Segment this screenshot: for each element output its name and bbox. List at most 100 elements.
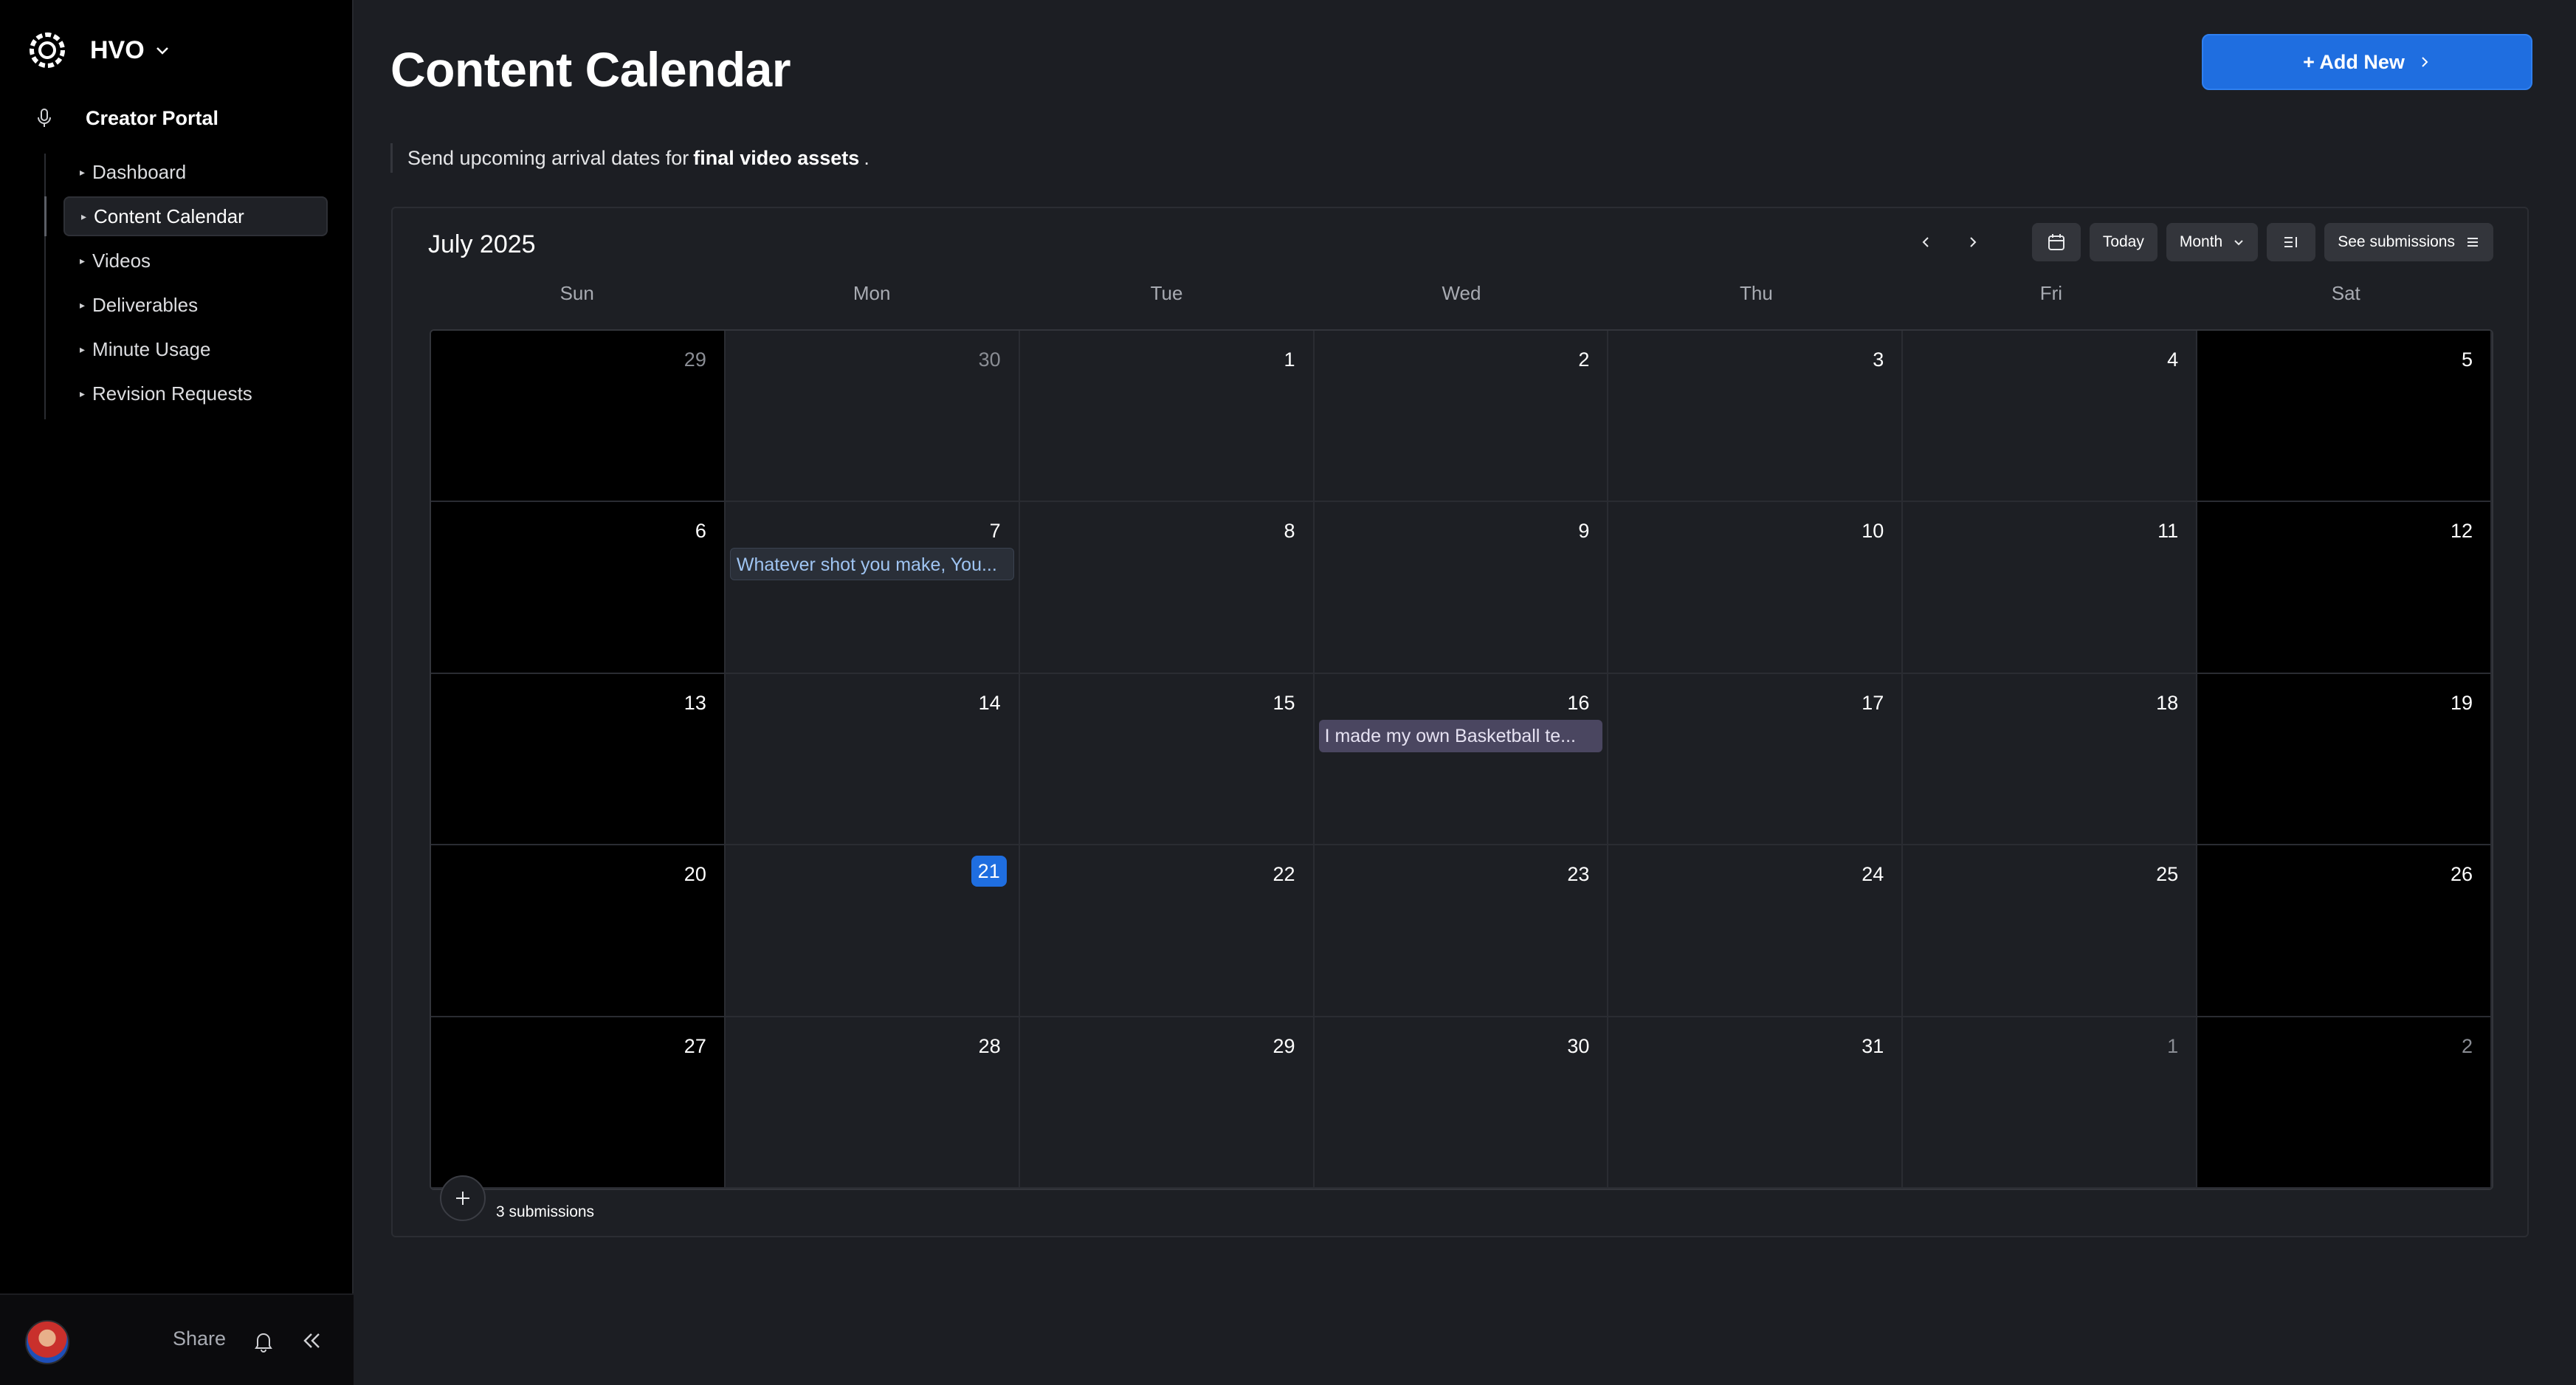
today-date-number: 21	[971, 856, 1007, 887]
calendar-day-cell[interactable]: 21	[725, 845, 1020, 1017]
date-number: 10	[1862, 520, 1884, 543]
date-picker-button[interactable]	[2031, 223, 2081, 261]
calendar-day-cell[interactable]: 19	[2197, 673, 2492, 846]
date-number: 24	[1862, 863, 1884, 886]
date-number: 1	[2167, 1034, 2179, 1057]
calendar-toolbar: Today Month See submissions	[1907, 223, 2493, 261]
calendar-day-cell[interactable]: 24	[1608, 845, 1904, 1017]
calendar-day-cell[interactable]: 4	[1903, 331, 2198, 503]
sidebar-item-label: Minute Usage	[92, 337, 211, 360]
sidebar-item-content-calendar[interactable]: ▸ Content Calendar	[63, 196, 328, 236]
add-submission-button[interactable]	[440, 1175, 486, 1221]
workspace-switcher[interactable]: HVO	[27, 30, 171, 71]
calendar-day-cell[interactable]: 8	[1019, 502, 1315, 674]
calendar-day-cell[interactable]: 9	[1314, 502, 1609, 674]
avatar[interactable]	[25, 1320, 69, 1364]
calendar-day-cell[interactable]: 30	[1314, 1017, 1609, 1189]
date-number: 2	[2461, 1034, 2473, 1057]
sidebar-item-deliverables[interactable]: ▸ Deliverables	[63, 285, 328, 325]
calendar-day-cell[interactable]: 14	[725, 673, 1020, 846]
subtitle-suffix: .	[864, 146, 869, 169]
date-number: 23	[1567, 863, 1590, 886]
double-chevron-left-icon[interactable]	[298, 1327, 325, 1354]
calendar-day-cell[interactable]: 31	[1608, 1017, 1904, 1189]
sidebar-item-revision-requests[interactable]: ▸ Revision Requests	[63, 374, 328, 413]
weekday-label: Sun	[559, 282, 594, 304]
calendar-day-cell[interactable]: 27	[431, 1017, 726, 1189]
date-number: 15	[1272, 691, 1295, 714]
main-content: Content Calendar + Add New Send upcoming…	[355, 0, 2576, 1385]
date-number: 31	[1862, 1034, 1884, 1057]
calendar-grid: 29 30 1 2 3 4 5 6 7 Whatever shot you make, You..…	[430, 329, 2493, 1190]
add-new-button[interactable]: + Add New	[2202, 34, 2532, 90]
see-submissions-button[interactable]: See submissions	[2324, 223, 2493, 261]
subtitle-bold: final video assets	[693, 146, 860, 169]
sidebar-item-label: Dashboard	[92, 160, 187, 183]
calendar-day-cell[interactable]: 10	[1608, 502, 1904, 674]
calendar-day-cell[interactable]: 20	[431, 845, 726, 1017]
calendar-month-label: July 2025	[428, 230, 536, 258]
calendar-day-cell[interactable]: 2	[1314, 331, 1609, 503]
calendar-day-cell[interactable]: 17	[1608, 673, 1904, 846]
bullet-icon: ▸	[80, 343, 86, 355]
chevron-right-icon	[2422, 57, 2428, 67]
layout-toggle-button[interactable]	[2267, 223, 2316, 261]
calendar-day-cell[interactable]: 18	[1903, 673, 2198, 846]
sidebar-item-dashboard[interactable]: ▸ Dashboard	[63, 152, 328, 192]
submission-count: 3 submissions	[496, 1203, 595, 1220]
bullet-icon: ▸	[80, 165, 86, 178]
calendar-day-cell[interactable]: 26	[2197, 845, 2492, 1017]
section-label: Creator Portal	[86, 106, 219, 129]
date-number: 4	[2167, 348, 2179, 371]
bullet-icon: ▸	[80, 387, 86, 399]
bell-icon[interactable]	[251, 1329, 276, 1354]
calendar-day-cell[interactable]: 29	[1019, 1017, 1315, 1189]
date-number: 13	[683, 691, 706, 714]
calendar-event[interactable]: Whatever shot you make, You...	[729, 548, 1014, 581]
list-icon	[2284, 237, 2298, 247]
sidebar-nav: ▸ Dashboard ▸ Content Calendar ▸ Videos ▸ De…	[63, 152, 328, 418]
next-month-button[interactable]	[1954, 223, 1992, 261]
calendar-day-cell[interactable]: 11	[1903, 502, 2198, 674]
creator-portal-section[interactable]: Creator Portal	[32, 106, 218, 130]
calendar-icon	[2048, 234, 2064, 250]
sidebar-footer: Share	[0, 1293, 354, 1385]
calendar-day-cell[interactable]: 2	[2197, 1017, 2492, 1189]
sidebar-item-videos[interactable]: ▸ Videos	[63, 241, 328, 281]
calendar-day-cell[interactable]: 16 I made my own Basketball te...	[1314, 673, 1609, 846]
calendar-day-cell[interactable]: 15	[1019, 673, 1315, 846]
calendar-day-cell[interactable]: 12	[2197, 502, 2492, 674]
calendar-day-cell[interactable]: 7 Whatever shot you make, You...	[725, 502, 1020, 674]
workspace-name: HVO	[90, 35, 145, 64]
calendar-day-cell[interactable]: 6	[431, 502, 726, 674]
calendar-day-cell[interactable]: 3	[1608, 331, 1904, 503]
chevron-down-icon	[2234, 240, 2243, 246]
sidebar-item-minute-usage[interactable]: ▸ Minute Usage	[63, 329, 328, 369]
today-button[interactable]: Today	[2089, 223, 2157, 261]
calendar-day-cell[interactable]: 22	[1019, 845, 1315, 1017]
view-select[interactable]: Month	[2166, 223, 2259, 261]
calendar-day-cell[interactable]: 29	[431, 331, 726, 503]
sidebar-item-label: Revision Requests	[92, 382, 252, 405]
date-number: 25	[2156, 863, 2179, 886]
nav-tree-line	[44, 154, 46, 419]
calendar-day-cell[interactable]: 1	[1903, 1017, 2198, 1189]
date-number: 17	[1862, 691, 1884, 714]
calendar-day-cell[interactable]: 23	[1314, 845, 1609, 1017]
calendar-day-cell[interactable]: 30	[725, 331, 1020, 503]
calendar-day-cell[interactable]: 1	[1019, 331, 1315, 503]
chevron-down-icon	[156, 47, 168, 55]
calendar-day-cell[interactable]: 13	[431, 673, 726, 846]
date-number: 29	[1272, 1034, 1295, 1057]
share-button[interactable]: Share	[173, 1327, 226, 1350]
calendar-panel: July 2025 Today Month See submissions Su…	[391, 207, 2529, 1237]
date-number: 30	[1567, 1034, 1590, 1057]
calendar-day-cell[interactable]: 5	[2197, 331, 2492, 503]
prev-month-button[interactable]	[1907, 223, 1945, 261]
date-number: 1	[1284, 348, 1295, 371]
calendar-event[interactable]: I made my own Basketball te...	[1318, 719, 1603, 752]
calendar-day-cell[interactable]: 25	[1903, 845, 2198, 1017]
logo-ring-icon	[30, 32, 65, 68]
calendar-day-cell[interactable]: 28	[725, 1017, 1020, 1189]
date-number: 8	[1284, 520, 1295, 543]
